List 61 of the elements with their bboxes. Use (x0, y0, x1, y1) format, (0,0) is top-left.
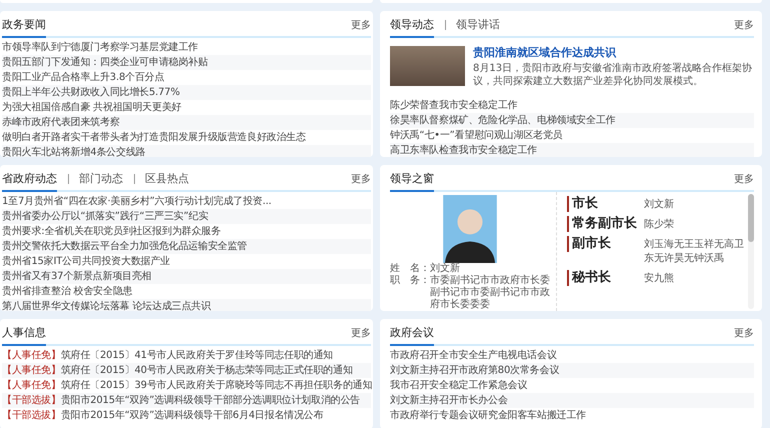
summary-text: 8月13日，贵阳市政府与安徽省淮南市政府签署战略合作框架协议，共同探索建立大数据产业差异化协同发展模式。 (473, 62, 754, 88)
panel-tab[interactable]: 政府会议 (390, 326, 434, 346)
news-link[interactable]: 【人事任免】筑府任〔2015〕40号市人民政府关于杨志荣等同志正式任职的通知 (2, 363, 371, 378)
panel-tab[interactable]: 人事信息 (2, 326, 46, 346)
more-link[interactable]: 更多 (351, 20, 371, 36)
more-link[interactable]: 更多 (351, 174, 371, 190)
role-title: 市长 (567, 196, 644, 212)
leader-names[interactable]: 刘玉海无王玉祥无高卫东无许昊无钟沃禹 (644, 236, 748, 266)
leader-names[interactable]: 安九熊 (644, 270, 748, 286)
more-link[interactable]: 更多 (734, 328, 754, 344)
news-link[interactable]: 贵州要求:全省机关在职党员到社区报到为群众服务 (2, 224, 371, 239)
portrait-silhouette (440, 195, 500, 263)
role-title: 副市长 (567, 236, 644, 252)
news-link[interactable]: 刘文新主持召开市长办公会 (390, 393, 754, 408)
news-link[interactable]: 陈少荣督查我市安全稳定工作 (390, 98, 754, 113)
news-link[interactable]: 【干部选拔】贵阳市2015年“双跨”选调科级领导干部6月4日报名情况公布 (2, 408, 371, 423)
news-link[interactable]: 贵阳火车北站将新增4条公交线路 (2, 145, 371, 157)
more-link[interactable]: 更多 (734, 20, 754, 36)
news-link[interactable]: 贵阳工业产品合格率上升3.8个百分点 (2, 70, 371, 85)
news-link[interactable]: 贵阳上半年公共财政收入同比增长5.77% (2, 85, 371, 100)
panel-tab[interactable]: 领导讲话 (445, 18, 500, 38)
panel-tab[interactable]: 省政府动态 (2, 172, 57, 192)
news-link[interactable]: 做明白者开路者实干者带头者为打造贵阳发展升级版营造良好政治生态 (2, 130, 371, 145)
field-label: 职 务： (390, 275, 430, 288)
news-link[interactable]: 高卫东率队检查我市安全稳定工作 (390, 143, 754, 157)
leader-names[interactable]: 陈少荣 (644, 216, 748, 232)
news-link[interactable]: 徐昊率队督察煤矿、危险化学品、电梯领域安全工作 (390, 113, 754, 128)
more-link[interactable]: 更多 (351, 328, 371, 344)
news-link[interactable]: 赤峰市政府代表团来筑考察 (2, 115, 371, 130)
position-text: 市委副书记市市政府市长委副书记市市委副书记市市政府市长委委委 (430, 275, 550, 311)
leader-names[interactable]: 刘文新 (644, 196, 748, 212)
news-link[interactable]: 市政府召开全市安全生产电视电话会议 (390, 348, 754, 363)
panel-tab[interactable]: 政务要闻 (2, 18, 46, 38)
news-link[interactable]: 为强大祖国倍感自豪 共祝祖国明天更美好 (2, 100, 371, 115)
more-link[interactable]: 更多 (734, 174, 754, 190)
news-link[interactable]: 贵州省又有37个新景点新项目亮相 (2, 269, 371, 284)
panel-tab[interactable]: 领导之窗 (390, 172, 434, 192)
news-link[interactable]: 贵州省委办公厅以“抓落实”践行“三严三实”纪实 (2, 209, 371, 224)
headline-link[interactable]: 贵阳淮南就区域合作达成共识 (473, 46, 754, 59)
role-title: 秘书长 (567, 270, 644, 286)
news-link[interactable]: 贵州省15家IT公司共同投资大数据产业 (2, 254, 371, 269)
news-link[interactable]: 贵州交警依托大数据云平台全力加强危化品运输安全监管 (2, 239, 371, 254)
news-link[interactable]: 贵州省排查整治 校舍安全隐患 (2, 284, 371, 299)
news-link[interactable]: 1至7月贵州省“四在农家·美丽乡村”六项行动计划完成了投资... (2, 194, 371, 209)
panel-tab[interactable]: 领导动态 (390, 18, 434, 38)
news-link[interactable]: 刘文新主持召开市政府第80次常务会议 (390, 363, 754, 378)
news-link[interactable]: 【人事任免】筑府任〔2015〕41号市人民政府关于罗佳玲等同志任职的通知 (2, 348, 371, 363)
news-link[interactable]: 我市召开安全稳定工作紧急会议 (390, 378, 754, 393)
news-link[interactable]: 【人事任免】筑府任〔2015〕39号市人民政府关于席晓玲等同志不再担任职务的通知 (2, 378, 371, 393)
role-title: 常务副市长 (567, 216, 644, 232)
panel-tab[interactable]: 部门动态 (68, 172, 123, 192)
news-link[interactable]: 贵阳五部门下发通知：四类企业可申请稳岗补贴 (2, 55, 371, 70)
scrollbar[interactable] (748, 194, 754, 309)
news-link[interactable]: 【干部选拔】贵阳市2015年“双跨”选调科级领导干部部分选调职位计划取消的公告 (2, 393, 371, 408)
news-link[interactable]: 市政府举行专题会议研究金阳客车站搬迁工作 (390, 408, 754, 423)
news-link[interactable]: 第八届世界华文传媒论坛落幕 论坛达成三点共识 (2, 299, 371, 311)
field-label: 姓 名： (390, 263, 430, 275)
panel-tab[interactable]: 区县热点 (134, 172, 189, 192)
news-link[interactable]: 钟沃禹“七•一”看望慰问观山湖区老党员 (390, 128, 754, 143)
name-text: 刘文新 (430, 263, 460, 274)
news-link[interactable]: 市领导率队到宁德厦门考察学习基层党建工作 (2, 40, 371, 55)
